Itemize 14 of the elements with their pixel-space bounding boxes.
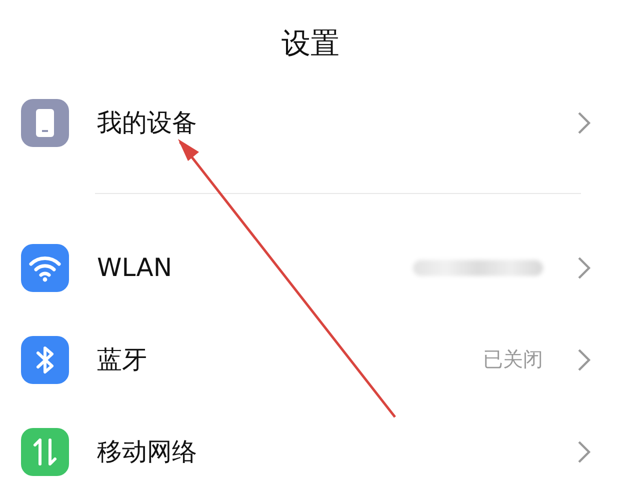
arrows-icon: [21, 428, 69, 476]
chevron-icon[interactable]: [577, 110, 591, 134]
setting-value: 已关闭: [483, 346, 543, 373]
setting-label[interactable]: 我的设备: [97, 106, 543, 139]
chevron-icon[interactable]: [577, 440, 591, 464]
setting-label[interactable]: WLAN: [97, 253, 385, 282]
bluetooth-icon: [21, 336, 69, 384]
wifi-icon: [21, 244, 69, 292]
page-title: 设置: [282, 25, 340, 62]
chevron-icon[interactable]: [577, 348, 591, 372]
chevron-icon[interactable]: [577, 256, 591, 280]
setting-label[interactable]: 蓝牙: [97, 343, 455, 376]
setting-label[interactable]: 移动网络: [97, 435, 543, 468]
phone-icon: [21, 98, 69, 146]
